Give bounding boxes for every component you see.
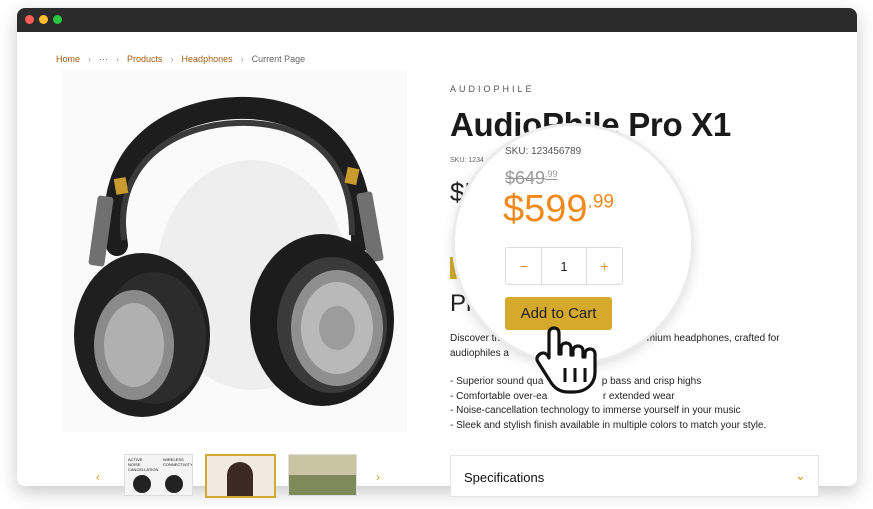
product-features: - Superior sound qua p bass and crisp hi…: [450, 375, 766, 433]
zoomed-sku: SKU: 123456789: [505, 146, 582, 157]
breadcrumb-headphones-link[interactable]: Headphones: [182, 54, 233, 64]
feature-item: - Noise-cancellation technology to immer…: [450, 405, 741, 416]
chevron-right-icon: ›: [170, 54, 174, 64]
breadcrumb: Home › ··· › Products › Headphones › Cur…: [56, 54, 305, 64]
old-price: $649.99: [505, 168, 558, 189]
headphone-thumb-icon: [133, 475, 151, 493]
thumbnail-2[interactable]: [205, 454, 276, 498]
product-sku: SKU: 1234: [450, 157, 484, 164]
chevron-right-icon: ›: [116, 54, 120, 64]
breadcrumb-current: Current Page: [251, 54, 306, 64]
minimize-window-button[interactable]: [39, 15, 48, 24]
chevron-down-icon: ⌄: [795, 468, 806, 483]
window-titlebar: [17, 8, 857, 32]
sale-price: $599.99: [503, 188, 614, 231]
maximize-window-button[interactable]: [53, 15, 62, 24]
decrement-button[interactable]: −: [506, 248, 541, 284]
thumbnail-3[interactable]: [288, 454, 357, 496]
feature-item: - Comfortable over-ea r extended wear: [450, 390, 675, 402]
old-price-cents: .99: [545, 169, 558, 179]
product-brand: AUDIOPHILE: [450, 84, 535, 94]
thumbnail-next-icon[interactable]: ›: [376, 470, 380, 484]
feature-item: - Sleek and stylish finish available in …: [450, 419, 767, 431]
breadcrumb-home-link[interactable]: Home: [56, 54, 80, 64]
specifications-accordion[interactable]: Specifications ⌄: [450, 455, 819, 497]
increment-button[interactable]: +: [587, 248, 622, 284]
product-main-image[interactable]: [62, 70, 407, 432]
chevron-right-icon: ›: [88, 54, 92, 64]
thumbnail-1-caption-right: WIRELESS CONNECTIVITY: [163, 457, 193, 467]
outdoor-photo: [289, 455, 356, 475]
quantity-input[interactable]: 1: [541, 248, 587, 284]
thumbnail-1-caption-left: ACTIVE NOISE CANCELLATION: [128, 457, 159, 472]
quantity-stepper: − 1 +: [505, 247, 623, 285]
headphone-thumb-icon: [165, 475, 183, 493]
chevron-right-icon: ›: [240, 54, 244, 64]
thumbnail-1[interactable]: ACTIVE NOISE CANCELLATION WIRELESS CONNE…: [124, 454, 193, 496]
model-photo: [227, 462, 253, 496]
feature-item: - Superior sound qua p bass and crisp hi…: [450, 376, 702, 387]
breadcrumb-ellipsis[interactable]: ···: [99, 54, 108, 64]
sale-price-main: $599: [503, 188, 588, 230]
headphones-image: [74, 96, 394, 417]
specifications-label: Specifications: [464, 470, 545, 485]
old-price-main: $649: [505, 168, 546, 188]
sale-price-cents: .99: [587, 191, 614, 213]
breadcrumb-products-link[interactable]: Products: [127, 54, 163, 64]
thumbnail-strip: ACTIVE NOISE CANCELLATION WIRELESS CONNE…: [124, 454, 357, 498]
close-window-button[interactable]: [25, 15, 34, 24]
thumbnail-prev-icon[interactable]: ‹: [96, 470, 100, 484]
hand-pointer-icon: [535, 326, 597, 394]
